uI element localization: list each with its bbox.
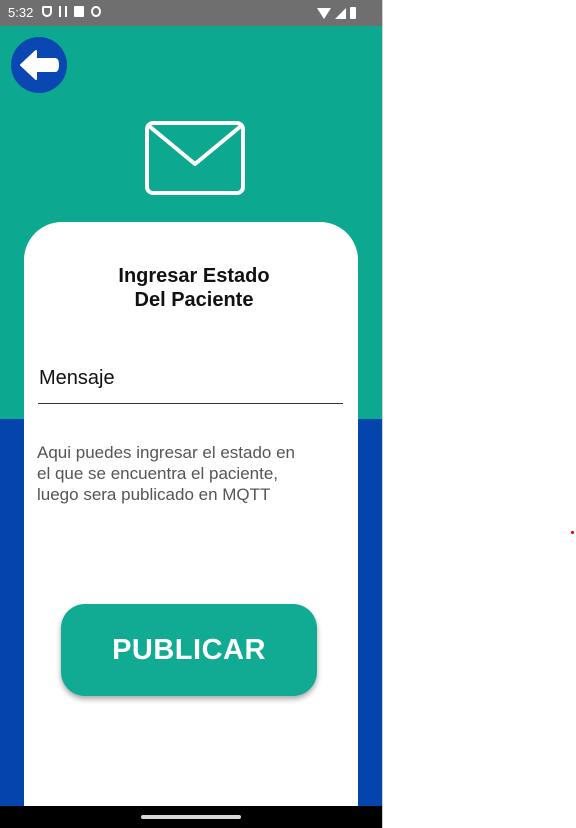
form-card: Ingresar Estado Del Paciente Aqui puedes…: [24, 222, 358, 822]
phone-screen: 5:32 Ingresar Estado Del Paciente Aqui p…: [0, 0, 383, 828]
battery-icon: [350, 7, 356, 19]
form-title-line2: Del Paciente: [134, 289, 254, 311]
navigation-bar: [0, 806, 382, 828]
signal-icon: [335, 8, 346, 19]
form-title-line1: Ingresar Estado: [118, 265, 270, 287]
home-gesture-handle[interactable]: [141, 815, 241, 819]
message-input[interactable]: [38, 354, 343, 404]
helper-text: Aqui puedes ingresar el estado en el que…: [37, 443, 296, 504]
back-button[interactable]: [11, 37, 67, 93]
publish-button[interactable]: PUBLICAR: [61, 604, 317, 696]
arrow-left-icon: [20, 50, 59, 80]
form-title: Ingresar Estado Del Paciente: [24, 264, 364, 312]
envelope-icon: [145, 121, 245, 195]
download-icon: [59, 6, 67, 17]
red-dot: [571, 531, 574, 534]
status-left-icons: [42, 6, 101, 17]
shield-icon: [42, 6, 52, 17]
status-right-icons: [317, 7, 356, 19]
status-bar: 5:32: [0, 0, 382, 26]
sd-card-icon: [74, 6, 84, 17]
status-time: 5:32: [8, 5, 34, 20]
sync-icon: [91, 6, 101, 17]
wifi-icon: [317, 8, 331, 19]
